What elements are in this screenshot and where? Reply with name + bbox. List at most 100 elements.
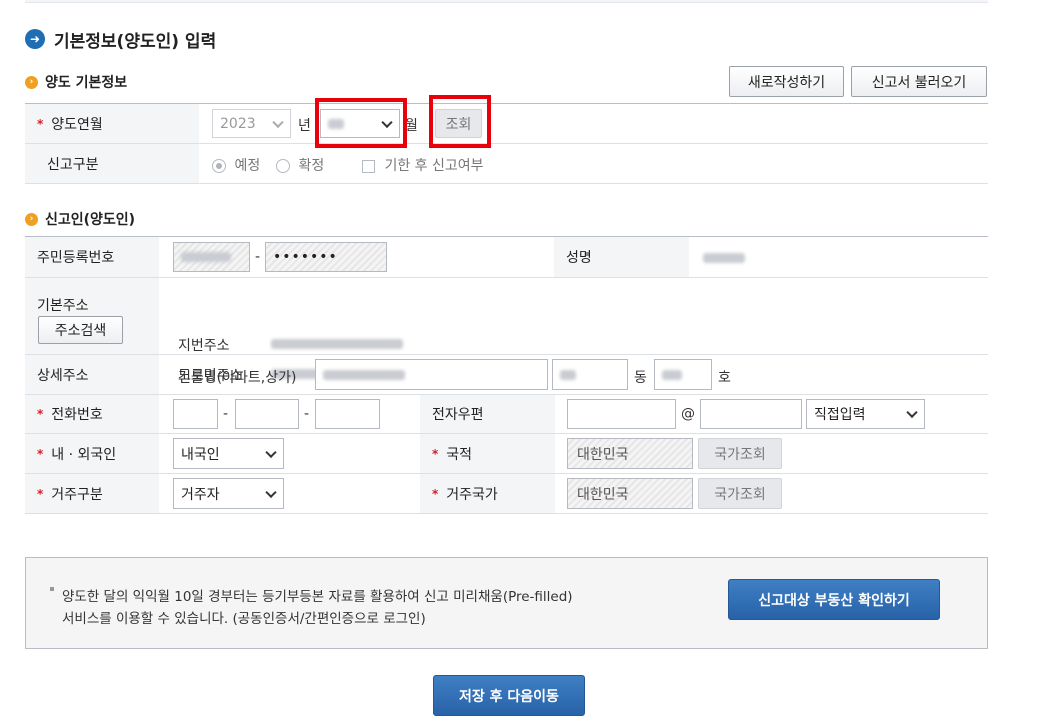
email-domain-select-value: 직접입력 <box>814 407 866 423</box>
rrn-row: 주민등록번호 - ••••••• 성명 <box>25 237 988 278</box>
report-type-row: 신고구분 예정 확정 기한 후 신고여부 <box>25 144 988 184</box>
phone-email-row: * 전화번호 - - 전자우편 @ 직접입력 <box>25 395 988 434</box>
chevron-down-icon <box>906 406 918 419</box>
email-header: 전자우편 <box>420 395 555 433</box>
transfer-month-header: * 양도연월 <box>25 104 199 143</box>
required-mark: * <box>37 446 44 461</box>
radio-confirmed-label: 확정 <box>298 158 325 174</box>
transfer-month-row: * 양도연월 2023 년 월 조회 <box>25 104 988 144</box>
radio-confirmed-option[interactable]: 확정 <box>276 155 324 175</box>
year-unit-label: 년 <box>298 118 311 134</box>
name-header: 성명 <box>554 237 689 277</box>
late-report-label: 기한 후 신고여부 <box>384 158 484 174</box>
section-transfer-title-text: 양도 기본정보 <box>45 75 128 91</box>
rrn-label: 주민등록번호 <box>37 250 115 266</box>
top-divider <box>25 0 988 3</box>
phone-separator-1: - <box>223 406 229 422</box>
radio-expected-label: 예정 <box>234 158 261 174</box>
page-title-text: 기본정보(양도인) 입력 <box>54 31 217 52</box>
highlight-lookup-button <box>429 95 491 148</box>
late-report-checkbox[interactable] <box>362 159 375 173</box>
transfer-month-label: 양도연월 <box>51 116 103 133</box>
detail-address-header: 상세주소 <box>25 355 159 394</box>
email-domain-select[interactable]: 직접입력 <box>806 399 925 429</box>
ho-blurred <box>662 369 682 380</box>
nationality-type-select[interactable]: 내국인 <box>173 438 284 469</box>
phone-separator-2: - <box>304 406 310 422</box>
transfer-info-table: * 양도연월 2023 년 월 조회 신고구분 예정 확정 기한 후 신고여부 <box>25 103 988 184</box>
phone-label: 전화번호 <box>51 407 103 423</box>
nationality-label: 국적 <box>446 446 473 463</box>
residence-country-input: 대한민국 <box>567 478 693 509</box>
residence-type-select[interactable]: 거주자 <box>173 478 284 509</box>
chevron-down-icon <box>265 486 277 498</box>
nationality-type-label: 내 · 외국인 <box>51 446 117 463</box>
dong-unit-label: 동 <box>634 370 647 386</box>
required-mark: * <box>432 486 439 501</box>
required-mark: * <box>432 446 439 461</box>
phone-area-input[interactable] <box>173 399 218 429</box>
dong-input[interactable] <box>552 359 628 390</box>
lot-address-blurred <box>271 339 403 349</box>
lot-address-label: 지번주소 <box>178 338 230 354</box>
email-id-input[interactable] <box>567 399 676 429</box>
required-mark: * <box>37 486 44 501</box>
required-mark: * <box>37 407 44 421</box>
section-reporter-title-text: 신고인(양도인) <box>45 212 136 228</box>
nationality-type-value: 내국인 <box>181 446 220 463</box>
building-name-label: 건물명(아파트,상가) <box>178 370 297 386</box>
report-type-label: 신고구분 <box>47 156 99 173</box>
year-select-value: 2023 <box>220 115 256 132</box>
detail-address-row: 상세주소 건물명(아파트,상가) 동 호 <box>25 355 988 395</box>
highlight-month-select <box>315 98 407 148</box>
radio-expected-option[interactable]: 예정 <box>212 155 260 175</box>
radio-confirmed[interactable] <box>276 159 290 173</box>
chevron-down-icon <box>265 446 277 458</box>
residence-country-header: * 거주국가 <box>420 474 555 513</box>
page-title: ➜ 기본정보(양도인) 입력 <box>25 28 217 52</box>
nationality-row: * 내 · 외국인 내국인 * 국적 대한민국 국가조회 <box>25 434 988 474</box>
rrn-separator: - <box>255 249 261 265</box>
save-next-button[interactable]: 저장 후 다음이동 <box>433 675 585 716</box>
bullet-arrow-icon: › <box>25 75 38 89</box>
radio-expected[interactable] <box>212 159 226 173</box>
phone-last-input[interactable] <box>315 399 380 429</box>
section-transfer-title: › 양도 기본정보 <box>25 72 127 92</box>
rrn-front-blurred <box>181 252 231 262</box>
country-lookup-button-2[interactable]: 국가조회 <box>698 478 782 509</box>
address-header: 기본주소 주소검색 <box>25 278 159 354</box>
bullet-arrow-icon: › <box>25 212 38 226</box>
new-report-button[interactable]: 새로작성하기 <box>729 66 844 97</box>
nationality-type-header: * 내 · 외국인 <box>25 434 159 473</box>
residence-type-header: * 거주구분 <box>25 474 159 513</box>
dong-blurred <box>560 369 576 380</box>
year-select[interactable]: 2023 <box>212 109 291 138</box>
residence-type-value: 거주자 <box>181 486 220 503</box>
building-name-input[interactable] <box>315 359 548 390</box>
address-label: 기본주소 <box>37 298 89 314</box>
arrow-right-icon: ➜ <box>25 29 45 49</box>
rrn-back-input[interactable]: ••••••• <box>265 242 387 272</box>
rrn-header: 주민등록번호 <box>25 237 159 277</box>
email-domain-input[interactable] <box>700 399 802 429</box>
phone-middle-input[interactable] <box>235 399 299 429</box>
load-report-button[interactable]: 신고서 불러오기 <box>851 66 987 97</box>
section-reporter-title: › 신고인(양도인) <box>25 209 135 229</box>
late-report-option[interactable]: 기한 후 신고여부 <box>362 155 484 175</box>
report-type-header: 신고구분 <box>25 144 199 183</box>
notice-bullet <box>50 587 54 591</box>
ho-input[interactable] <box>654 359 712 390</box>
country-lookup-button[interactable]: 국가조회 <box>698 438 782 469</box>
address-row: 기본주소 주소검색 지번주소 도로명주소 <box>25 278 988 384</box>
ho-unit-label: 호 <box>718 370 731 386</box>
address-search-button[interactable]: 주소검색 <box>38 316 123 344</box>
nationality-input: 대한민국 <box>567 438 693 469</box>
reporter-info-table: 주민등록번호 - ••••••• 성명 기본주소 주소검색 지번주소 도로명주소… <box>25 236 988 514</box>
required-mark: * <box>37 116 44 131</box>
building-name-blurred <box>323 369 405 380</box>
rrn-front-input[interactable] <box>173 242 250 272</box>
prefill-notice-box: 양도한 달의 익익월 10일 경부터는 등기부등본 자료를 활용하여 신고 미리… <box>25 557 988 649</box>
residence-row: * 거주구분 거주자 * 거주국가 대한민국 국가조회 <box>25 474 988 514</box>
email-at-sign: @ <box>681 406 695 422</box>
check-property-button[interactable]: 신고대상 부동산 확인하기 <box>728 579 940 620</box>
